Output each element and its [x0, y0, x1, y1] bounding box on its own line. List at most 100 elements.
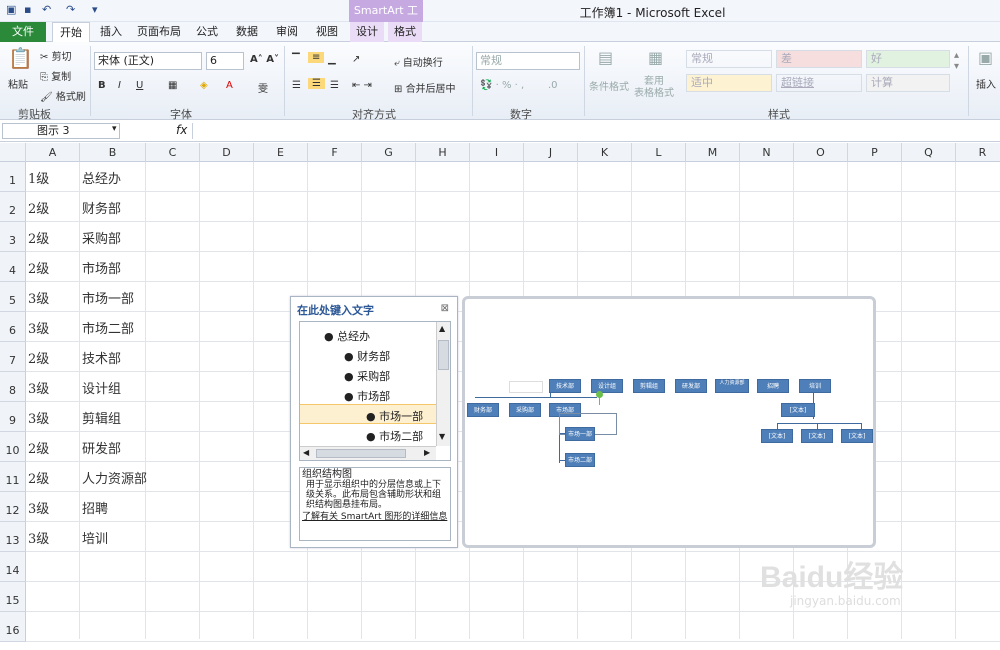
column-header[interactable]: C	[146, 143, 200, 162]
cell-department[interactable]: 人力资源部	[82, 468, 147, 487]
org-node[interactable]: 财务部	[467, 403, 499, 417]
table-format-button[interactable]: 套用 表格格式	[634, 76, 674, 100]
paste-button[interactable]: 粘贴	[8, 76, 28, 91]
font-size-combo[interactable]: 6	[206, 52, 244, 70]
tab-insert[interactable]: 插入	[94, 22, 128, 42]
tab-formulas[interactable]: 公式	[190, 22, 224, 42]
row-header[interactable]: 6	[0, 312, 26, 342]
row-header[interactable]: 8	[0, 372, 26, 402]
grow-font-icon[interactable]: A˄ A˅	[250, 54, 279, 65]
list-item-selected[interactable]: ● 市场一部	[366, 408, 423, 424]
select-all-corner[interactable]	[0, 143, 26, 162]
align-top-icon[interactable]: ▔	[292, 54, 300, 65]
align-middle-icon[interactable]: ≡	[308, 52, 325, 63]
style-bad[interactable]: 差	[776, 50, 862, 68]
scroll-right-icon[interactable]: ▶	[424, 448, 430, 457]
learn-more-link[interactable]: 了解有关 SmartArt 图形的详细信息	[302, 512, 448, 522]
tab-review[interactable]: 审阅	[270, 22, 304, 42]
column-header[interactable]: D	[200, 143, 254, 162]
org-node[interactable]: 培训	[799, 379, 831, 393]
tab-design[interactable]: 设计	[350, 22, 384, 42]
fill-color-icon[interactable]: ◈	[200, 80, 208, 91]
list-item[interactable]: ● 总经办	[324, 328, 370, 344]
smartart-frame[interactable]: 技术部 设计组 剪辑组 研发部 人力资源部 招聘 培训 财务部 采购部 市场部 …	[462, 296, 876, 548]
row-header[interactable]: 12	[0, 492, 26, 522]
conditional-format-button[interactable]: 条件格式	[589, 78, 629, 93]
scroll-down-icon[interactable]: ▼	[439, 432, 445, 441]
row-header[interactable]: 7	[0, 342, 26, 372]
row-header[interactable]: 15	[0, 582, 26, 612]
column-header[interactable]: N	[740, 143, 794, 162]
column-header[interactable]: G	[362, 143, 416, 162]
phonetic-icon[interactable]: 雯	[258, 80, 268, 95]
style-neutral[interactable]: 适中	[686, 74, 772, 92]
row-header[interactable]: 16	[0, 612, 26, 642]
font-color-icon[interactable]: A	[226, 80, 233, 91]
paste-icon[interactable]: 📋	[8, 46, 33, 70]
row-header[interactable]: 3	[0, 222, 26, 252]
formula-input[interactable]	[192, 123, 998, 139]
org-node-placeholder[interactable]: [文本]	[801, 429, 833, 443]
style-hyperlink[interactable]: 超链接	[776, 74, 862, 92]
cell-level[interactable]: 2级	[28, 348, 49, 367]
bold-icon[interactable]: B	[98, 80, 106, 91]
cell-department[interactable]: 市场二部	[82, 318, 134, 337]
format-painter-button[interactable]: 🖌 格式刷	[40, 88, 86, 103]
column-header[interactable]: B	[80, 143, 146, 162]
style-normal[interactable]: 常规	[686, 50, 772, 68]
style-good[interactable]: 好	[866, 50, 950, 68]
org-node[interactable]: 招聘	[757, 379, 789, 393]
tab-view[interactable]: 视图	[310, 22, 344, 42]
tab-data[interactable]: 数据	[230, 22, 264, 42]
root-node[interactable]	[509, 381, 543, 393]
cell-department[interactable]: 财务部	[82, 198, 121, 217]
column-header[interactable]: E	[254, 143, 308, 162]
column-header[interactable]: K	[578, 143, 632, 162]
cell-level[interactable]: 1级	[28, 168, 49, 187]
hscrollbar-thumb[interactable]	[316, 449, 406, 458]
cell-department[interactable]: 技术部	[82, 348, 121, 367]
column-header[interactable]: O	[794, 143, 848, 162]
column-header[interactable]: P	[848, 143, 902, 162]
column-header[interactable]: I	[470, 143, 524, 162]
cell-level[interactable]: 3级	[28, 318, 49, 337]
cell-department[interactable]: 市场一部	[82, 288, 134, 307]
org-node-placeholder[interactable]: [文本]	[761, 429, 793, 443]
org-node-placeholder[interactable]: [文本]	[781, 403, 815, 417]
cell-level[interactable]: 2级	[28, 438, 49, 457]
cell-level[interactable]: 3级	[28, 378, 49, 397]
cell-level[interactable]: 2级	[28, 258, 49, 277]
column-header[interactable]: A	[26, 143, 80, 162]
row-header[interactable]: 4	[0, 252, 26, 282]
cell-department[interactable]: 市场部	[82, 258, 121, 277]
list-item[interactable]: ● 市场部	[344, 388, 390, 404]
name-box[interactable]: 图示 3	[2, 123, 120, 139]
org-node[interactable]: 技术部	[549, 379, 581, 393]
cell-department[interactable]: 研发部	[82, 438, 121, 457]
rotate-handle[interactable]	[596, 391, 603, 398]
cell-department[interactable]: 招聘	[82, 498, 108, 517]
org-node[interactable]: 市场二部	[565, 453, 595, 467]
row-header[interactable]: 10	[0, 432, 26, 462]
orientation-icon[interactable]: ↗	[352, 54, 360, 65]
column-header[interactable]: F	[308, 143, 362, 162]
wrap-text-button[interactable]: ⤶ 自动换行	[394, 54, 443, 69]
column-header[interactable]: L	[632, 143, 686, 162]
cell-level[interactable]: 3级	[28, 498, 49, 517]
column-header[interactable]: Q	[902, 143, 956, 162]
currency-icon[interactable]: 💱 · % · ,	[480, 80, 524, 91]
org-node[interactable]: 采购部	[509, 403, 541, 417]
cell-level[interactable]: 3级	[28, 528, 49, 547]
row-header[interactable]: 9	[0, 402, 26, 432]
styles-scroll-icon[interactable]: ▴ ▾	[954, 50, 959, 72]
border-icon[interactable]: ▦	[168, 80, 177, 91]
org-node[interactable]: 设计组	[591, 379, 623, 393]
org-node-selected[interactable]: 市场一部	[565, 427, 595, 441]
conditional-format-icon[interactable]: ▤	[598, 48, 613, 67]
style-calculation[interactable]: 计算	[866, 74, 950, 92]
cell-department[interactable]: 采购部	[82, 228, 121, 247]
org-node[interactable]: 人力资源部	[715, 379, 749, 393]
insert-function-icon[interactable]: fx	[176, 123, 187, 137]
scroll-left-icon[interactable]: ◀	[303, 448, 309, 457]
cell-level[interactable]: 2级	[28, 198, 49, 217]
